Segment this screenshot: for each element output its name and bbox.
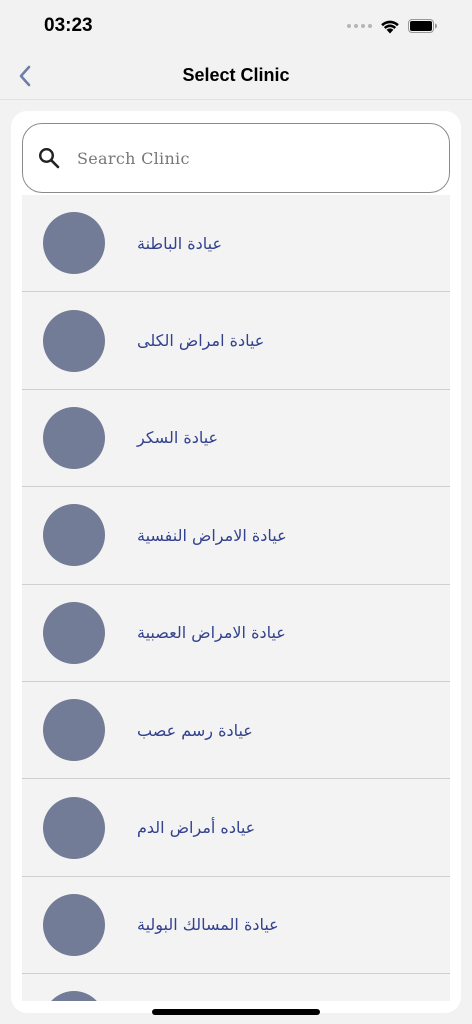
clinic-item[interactable]: عيادة الامراض النفسية <box>22 487 450 585</box>
chevron-left-icon <box>19 65 31 87</box>
clinic-avatar <box>43 991 105 1001</box>
battery-icon <box>408 19 437 33</box>
clinic-name: عيادة المسالك البولية <box>137 915 279 935</box>
clinic-avatar <box>43 796 105 859</box>
clinic-name: عيادة السكر <box>137 428 219 448</box>
clinic-item[interactable] <box>22 974 450 1001</box>
status-icons <box>347 19 438 34</box>
clinic-avatar <box>43 212 105 275</box>
clinic-item[interactable]: عيادة المسالك البولية <box>22 876 450 975</box>
search-box[interactable] <box>22 123 450 193</box>
clinic-name: عيادة امراض الكلى <box>137 331 265 351</box>
clinic-avatar <box>43 504 105 567</box>
wifi-icon <box>381 20 399 33</box>
clinic-name: عيادة الامراض النفسية <box>137 525 287 545</box>
search-input[interactable] <box>77 138 407 178</box>
search-icon <box>37 146 61 170</box>
home-indicator <box>152 1009 320 1015</box>
clinic-item[interactable]: عيادة الامراض العصبية <box>22 584 450 682</box>
clinic-item[interactable]: عيادة امراض الكلى <box>22 292 450 390</box>
clinic-item[interactable]: عيادة السكر <box>22 389 450 488</box>
back-button[interactable] <box>8 58 42 94</box>
clinic-list[interactable]: عيادة الباطنة عيادة امراض الكلى عيادة ال… <box>22 195 450 1001</box>
clinic-name: عيادة الامراض العصبية <box>137 623 286 643</box>
clinic-avatar <box>43 309 105 372</box>
clinic-item[interactable]: عياده أمراض الدم <box>22 779 450 877</box>
clinic-name: عيادة الباطنة <box>137 233 223 253</box>
clinic-avatar <box>43 699 105 762</box>
signal-icon <box>347 24 372 28</box>
clinic-item[interactable]: عيادة رسم عصب <box>22 681 450 780</box>
page-title: Select Clinic <box>182 65 290 85</box>
clinic-avatar <box>43 893 105 956</box>
clinic-item[interactable]: عيادة الباطنة <box>22 195 450 293</box>
clinic-card: عيادة الباطنة عيادة امراض الكلى عيادة ال… <box>11 111 461 1013</box>
status-time: 03:23 <box>44 15 93 36</box>
clinic-name: عياده أمراض الدم <box>137 818 256 838</box>
clinic-avatar <box>43 406 105 469</box>
clinic-avatar <box>43 601 105 664</box>
navigation-bar: Select Clinic <box>0 52 472 100</box>
status-bar: 03:23 <box>0 0 472 52</box>
clinic-name: عيادة رسم عصب <box>137 720 253 740</box>
